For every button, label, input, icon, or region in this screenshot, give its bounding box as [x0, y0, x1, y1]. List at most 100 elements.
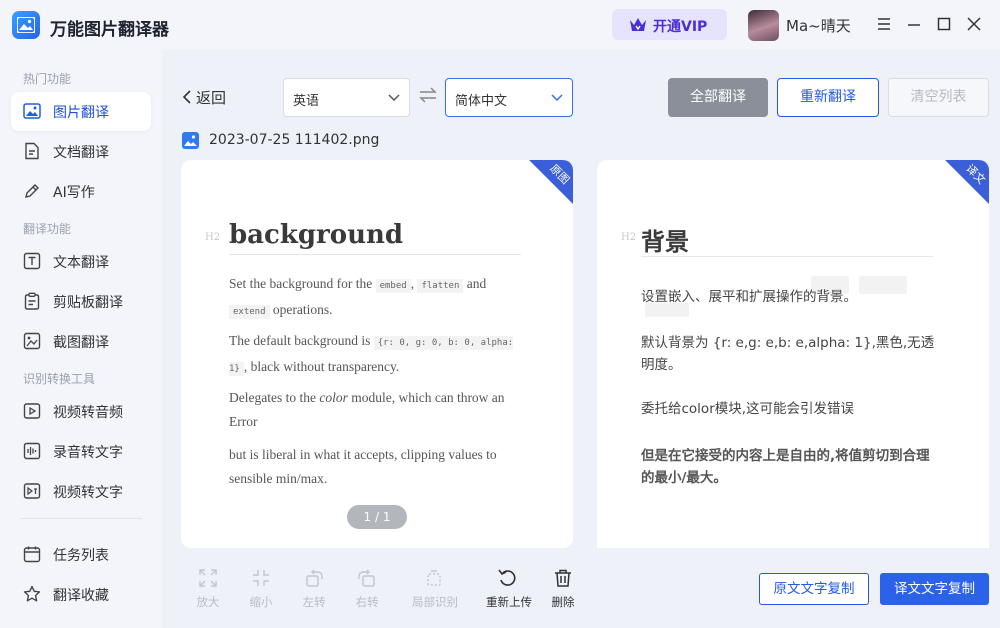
app-logo	[12, 11, 40, 39]
calendar-icon	[23, 546, 41, 563]
tool-label: 删除	[551, 595, 575, 609]
original-paragraph-3: Delegates to the color module, which can…	[229, 386, 521, 434]
sidebar-item-image-translate[interactable]: 图片翻译	[11, 92, 151, 131]
user-name[interactable]: Ma~晴天	[786, 15, 851, 36]
section-label-tools: 识别转换工具	[23, 372, 96, 386]
copy-original-text-button[interactable]: 原文文字复制	[759, 573, 869, 605]
image-file-icon	[182, 132, 199, 149]
image-icon	[23, 103, 41, 119]
rotate-left-icon	[306, 569, 323, 587]
sidebar-item-label: 录音转文字	[53, 445, 123, 461]
reupload-icon	[498, 569, 516, 586]
tool-label: 右转	[355, 595, 379, 609]
back-label: 返回	[196, 89, 227, 107]
sidebar-item-label: 翻译收藏	[53, 588, 109, 604]
sidebar-item-screenshot-translate[interactable]: 截图翻译	[11, 322, 151, 361]
sidebar-item-label: 任务列表	[53, 548, 109, 564]
original-h2-tag: H2	[205, 232, 221, 243]
text: The default background is	[229, 333, 371, 348]
zoom-in-button[interactable]: 放大	[188, 568, 228, 618]
text: Set the background for the	[229, 276, 373, 291]
pen-icon	[25, 184, 39, 198]
code: flatten	[417, 279, 464, 293]
code: extend	[229, 305, 270, 319]
avatar[interactable]	[748, 10, 779, 41]
code: embed	[375, 279, 411, 293]
original-heading-rule	[229, 254, 521, 255]
main-area: 返回 英语 简体中文 全部翻译 重新翻译 清空列表 2023-07-25 111…	[162, 50, 1000, 628]
title-bar: 万能图片翻译器 开通VIP Ma~晴天	[0, 0, 1000, 50]
tool-label: 左转	[302, 595, 326, 609]
retranslate-button[interactable]: 重新翻译	[777, 78, 879, 117]
section-label-hot: 热门功能	[23, 72, 72, 86]
crown-icon	[630, 18, 646, 31]
clipboard-icon	[24, 292, 40, 310]
clear-list-button[interactable]: 清空列表	[888, 78, 989, 117]
target-language-select[interactable]: 简体中文	[445, 78, 573, 117]
translated-heading: 背景	[641, 228, 689, 256]
sidebar-item-video-to-text[interactable]: 视频转文字	[11, 472, 151, 511]
sidebar-item-clipboard-translate[interactable]: 剪贴板翻译	[11, 282, 151, 321]
rotate-right-button[interactable]: 右转	[347, 568, 387, 618]
crop-icon	[427, 570, 441, 586]
original-paragraph-2: The default background is {r: 0, g: 0, b…	[229, 329, 521, 381]
sidebar-item-favorites[interactable]: 翻译收藏	[11, 575, 151, 614]
sidebar-item-label: 文档翻译	[53, 145, 109, 161]
sidebar-item-label: 文本翻译	[53, 255, 109, 271]
original-paragraph-4: but is liberal in what it accepts, clipp…	[229, 447, 497, 486]
sidebar-item-ai-writing[interactable]: AI写作	[11, 172, 151, 211]
partial-recognition-button[interactable]: 局部识别	[412, 568, 458, 618]
page-indicator: 1 / 1	[347, 505, 407, 529]
sidebar-item-video-to-audio[interactable]: 视频转音频	[11, 392, 151, 431]
maximize-icon[interactable]	[934, 14, 954, 34]
translate-all-button[interactable]: 全部翻译	[668, 78, 768, 117]
tool-label: 局部识别	[412, 595, 458, 609]
tool-label: 缩小	[249, 595, 273, 609]
chevron-down-icon	[388, 94, 400, 102]
zoom-out-icon	[253, 570, 269, 586]
sidebar-item-label: 剪贴板翻译	[53, 295, 123, 311]
text: , black without transparency.	[243, 359, 400, 374]
sidebar-item-task-list[interactable]: 任务列表	[11, 535, 151, 574]
vip-label: 开通VIP	[653, 19, 708, 35]
chevron-left-icon	[182, 90, 191, 104]
zoom-out-button[interactable]: 缩小	[241, 568, 281, 618]
sidebar-item-label: 截图翻译	[53, 335, 109, 351]
rotate-right-icon	[358, 569, 375, 587]
sidebar-item-label: 视频转文字	[53, 485, 123, 501]
translated-image-panel[interactable]: 译文 H2 背景 设置嵌入、展平和扩展操作的背景。 默认背景为 {r: e,g:…	[597, 160, 989, 548]
chevron-down-icon	[551, 94, 563, 102]
copy-translated-text-button[interactable]: 译文文字复制	[880, 573, 989, 605]
translated-paragraph-1: 设置嵌入、展平和扩展操作的背景。	[641, 289, 857, 305]
reupload-button[interactable]: 重新上传	[486, 568, 532, 618]
sidebar-item-label: 视频转音频	[53, 405, 123, 421]
sidebar-item-document-translate[interactable]: 文档翻译	[11, 132, 151, 171]
delete-button[interactable]: 删除	[543, 568, 583, 618]
rotate-left-button[interactable]: 左转	[294, 568, 334, 618]
back-button[interactable]: 返回	[182, 87, 226, 108]
original-paragraph-1: Set the background for the embed, flatte…	[229, 276, 487, 319]
minimize-icon[interactable]	[904, 14, 924, 34]
sidebar-item-label: 图片翻译	[53, 105, 109, 121]
close-icon[interactable]	[964, 14, 984, 34]
translated-heading-rule	[641, 256, 933, 257]
sidebar-item-recording-to-text[interactable]: 录音转文字	[11, 432, 151, 471]
menu-icon[interactable]	[874, 14, 894, 34]
emphasis: color	[319, 390, 348, 405]
source-language-value: 英语	[293, 94, 320, 109]
zoom-in-icon	[199, 569, 217, 587]
document-icon	[25, 142, 39, 160]
vip-button[interactable]: 开通VIP	[612, 9, 727, 40]
video-audio-icon	[23, 403, 41, 419]
star-icon	[23, 585, 41, 602]
source-language-select[interactable]: 英语	[283, 78, 410, 117]
translated-paragraph-4: 但是在它接受的内容上是自由的,将值剪切到合理的最小/最大。	[641, 448, 930, 486]
tool-label: 放大	[196, 595, 220, 609]
sidebar-divider	[20, 518, 142, 519]
sidebar-item-text-translate[interactable]: 文本翻译	[11, 242, 151, 281]
swap-language-icon[interactable]	[418, 87, 438, 107]
sidebar: 热门功能 图片翻译 文档翻译 AI写作 翻译功能 文本翻译 剪贴板翻译 截图翻译…	[0, 50, 162, 628]
video-text-icon	[23, 483, 41, 499]
original-image-panel[interactable]: 原图 H2 background Set the background for …	[181, 160, 573, 548]
recording-icon	[23, 442, 41, 460]
